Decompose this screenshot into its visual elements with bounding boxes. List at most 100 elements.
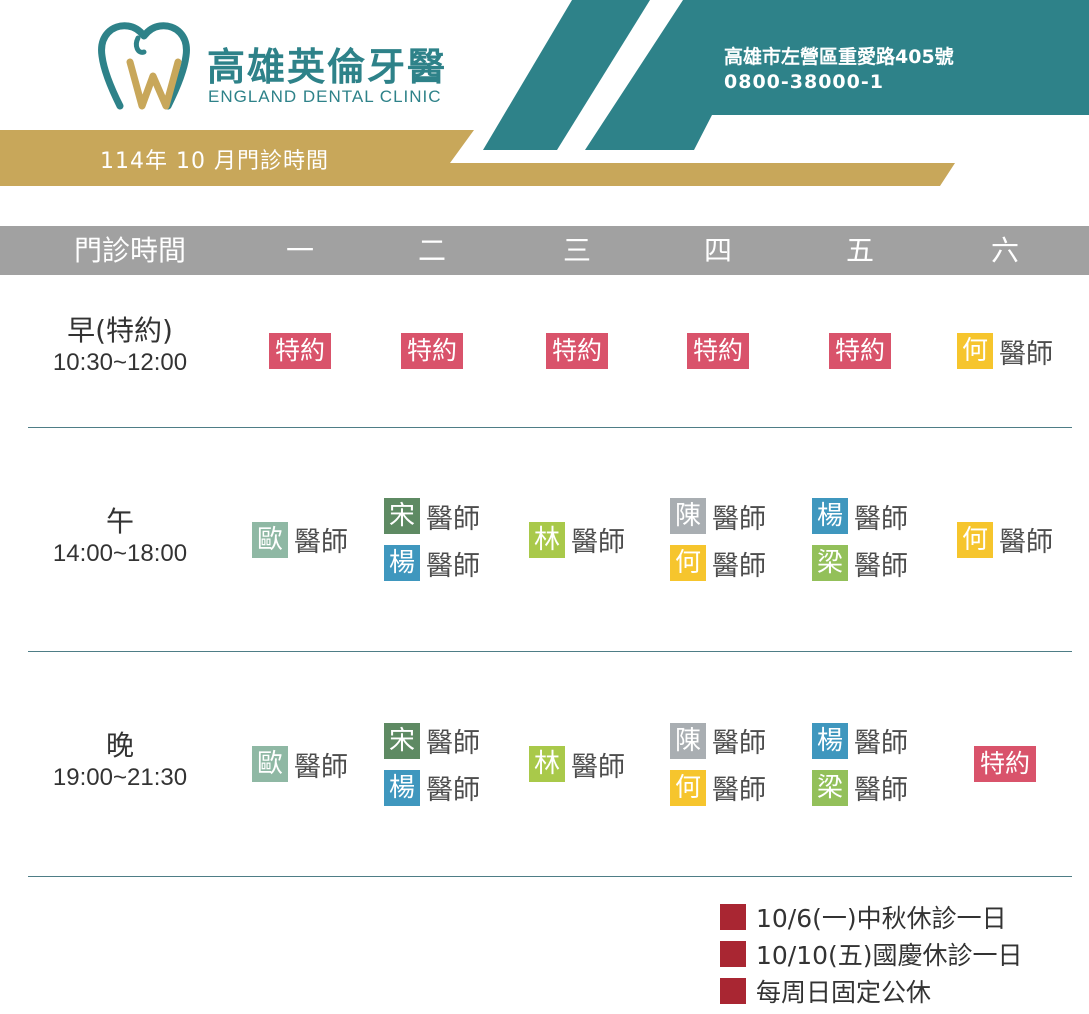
slot-label: 晚 19:00~21:30 <box>0 729 240 793</box>
schedule-cell: 林醫師 <box>508 652 646 876</box>
header-time-label: 門診時間 <box>73 234 186 267</box>
closure-note: 每周日固定公休 <box>720 972 1023 1009</box>
schedule-cell: 何醫師 <box>936 428 1074 651</box>
slot-time: 19:00~21:30 <box>52 764 188 791</box>
special-appointment-badge: 特約 <box>686 333 749 369</box>
doctor-name-badge: 梁 <box>812 545 848 581</box>
doctor-name-badge: 歐 <box>252 746 288 782</box>
doctor-entry: 宋醫師 <box>384 497 480 536</box>
doctor-name-badge: 楊 <box>384 545 420 581</box>
closure-note: 10/10(五)國慶休診一日 <box>720 935 1023 972</box>
doctor-entry: 歐醫師 <box>252 745 348 784</box>
doctor-name-badge: 楊 <box>812 722 848 759</box>
header-day-4: 四 <box>703 234 732 267</box>
doctor-name-badge: 何 <box>670 545 706 581</box>
doctor-title: 醫師 <box>571 527 625 558</box>
slot-name: 晚 <box>105 729 134 762</box>
clinic-address: 高雄市左營區重愛路405號 <box>724 46 954 68</box>
doctor-title: 醫師 <box>854 503 908 535</box>
schedule-cell: 宋醫師楊醫師 <box>363 652 501 876</box>
schedule-cell: 歐醫師 <box>231 428 369 651</box>
doctor-title: 醫師 <box>294 751 348 783</box>
doctor-entry: 陳醫師 <box>670 721 766 760</box>
slot-name: 早(特約) <box>67 314 173 347</box>
doctor-entry: 何醫師 <box>670 768 766 807</box>
doctor-title: 醫師 <box>712 728 766 759</box>
doctor-title: 醫師 <box>426 775 480 806</box>
doctor-entry: 林醫師 <box>529 520 625 559</box>
doctor-entry: 何醫師 <box>670 544 766 583</box>
doctor-entry: 陳醫師 <box>670 497 766 536</box>
red-square-bullet-icon <box>720 940 746 967</box>
slot-label: 早(特約) 10:30~12:00 <box>0 314 240 378</box>
slot-time: 14:00~18:00 <box>52 539 188 567</box>
schedule-cell: 林醫師 <box>508 428 646 651</box>
row-divider <box>28 876 1072 877</box>
special-appointment-badge: 特約 <box>400 333 463 369</box>
doctor-name-badge: 何 <box>957 521 993 558</box>
slot-name: 午 <box>105 504 134 538</box>
special-appointment-badge: 特約 <box>828 333 891 369</box>
doctor-title: 醫師 <box>712 550 766 582</box>
doctor-name-badge: 林 <box>529 746 565 782</box>
doctor-entry: 宋醫師 <box>384 721 480 760</box>
header-day-6: 六 <box>990 234 1019 267</box>
schedule-cell: 特約 <box>231 276 369 426</box>
header-day-3: 三 <box>562 234 591 267</box>
special-appointment-badge: 特約 <box>973 746 1036 782</box>
doctor-title: 醫師 <box>999 527 1053 558</box>
doctor-entry: 何醫師 <box>957 332 1053 371</box>
schedule-cell: 歐醫師 <box>231 652 369 876</box>
doctor-entry: 歐醫師 <box>252 520 348 559</box>
schedule-cell: 楊醫師梁醫師 <box>791 428 929 651</box>
schedule-cell: 楊醫師梁醫師 <box>791 652 929 876</box>
doctor-entry: 梁醫師 <box>812 768 908 807</box>
closure-note-text: 10/10(五)國慶休診一日 <box>756 940 1023 970</box>
doctor-entry: 楊醫師 <box>384 544 480 583</box>
doctor-title: 醫師 <box>294 527 348 558</box>
closure-note-text: 10/6(一)中秋休診一日 <box>756 903 1007 933</box>
doctor-entry: 何醫師 <box>957 520 1053 559</box>
schedule-cell: 陳醫師何醫師 <box>649 652 787 876</box>
special-appointment-badge: 特約 <box>545 333 608 369</box>
special-appointment-badge: 特約 <box>268 333 331 369</box>
doctor-title: 醫師 <box>712 775 766 806</box>
closure-note-text: 每周日固定公休 <box>756 977 932 1007</box>
schedule-cell: 特約 <box>363 276 501 426</box>
schedule-cell: 特約 <box>936 652 1074 876</box>
red-square-bullet-icon <box>720 903 746 930</box>
doctor-entry: 梁醫師 <box>812 544 908 583</box>
schedule-cell: 特約 <box>649 276 787 426</box>
slot-time: 10:30~12:00 <box>52 349 188 376</box>
doctor-title: 醫師 <box>426 550 480 582</box>
red-square-bullet-icon <box>720 977 746 1004</box>
schedule-cell: 宋醫師楊醫師 <box>363 428 501 651</box>
doctor-title: 醫師 <box>712 503 766 535</box>
schedule-title: 114年 10 月門診時間 <box>100 149 329 174</box>
closure-note: 10/6(一)中秋休診一日 <box>720 898 1023 935</box>
schedule-cell: 陳醫師何醫師 <box>649 428 787 651</box>
clinic-phone: 0800-38000-1 <box>724 71 884 93</box>
doctor-name-badge: 何 <box>957 333 993 369</box>
doctor-name-badge: 陳 <box>670 498 706 534</box>
doctor-name-badge: 梁 <box>812 769 848 806</box>
doctor-name-badge: 歐 <box>252 521 288 558</box>
doctor-entry: 楊醫師 <box>812 721 908 760</box>
schedule-cell: 何醫師 <box>936 276 1074 426</box>
closure-notes: 10/6(一)中秋休診一日 10/10(五)國慶休診一日 每周日固定公休 <box>720 898 1023 1009</box>
slot-label: 午 14:00~18:00 <box>0 505 240 569</box>
doctor-title: 醫師 <box>571 751 625 783</box>
clinic-name-en: ENGLAND DENTAL CLINIC <box>208 87 442 106</box>
doctor-name-badge: 楊 <box>812 498 848 534</box>
doctor-name-badge: 宋 <box>384 722 420 759</box>
tooth-logo-icon <box>98 22 190 110</box>
header-day-5: 五 <box>845 234 874 267</box>
doctor-name-badge: 楊 <box>384 769 420 806</box>
clinic-name-cn: 高雄英倫牙醫 <box>207 45 448 89</box>
doctor-name-badge: 宋 <box>384 498 420 534</box>
doctor-title: 醫師 <box>854 728 908 759</box>
doctor-entry: 林醫師 <box>529 745 625 784</box>
schedule-cell: 特約 <box>791 276 929 426</box>
doctor-title: 醫師 <box>999 338 1053 370</box>
table-header-row: 門診時間一二三四五六 <box>0 226 1089 275</box>
